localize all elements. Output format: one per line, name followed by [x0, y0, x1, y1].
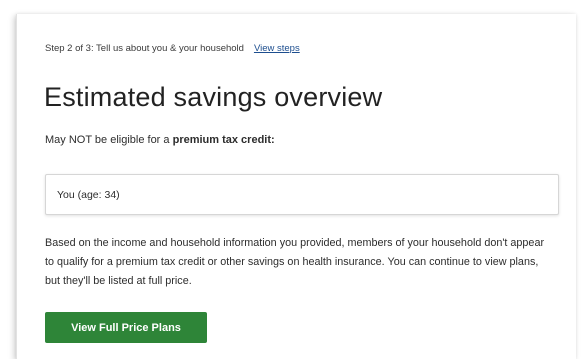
step-text: Step 2 of 3: Tell us about you & your ho…: [45, 43, 244, 54]
view-full-price-plans-button[interactable]: View Full Price Plans: [45, 312, 207, 343]
eligibility-statement: May NOT be eligible for a premium tax cr…: [45, 134, 275, 146]
page-frame: Step 2 of 3: Tell us about you & your ho…: [16, 14, 576, 359]
eligibility-prefix: May NOT be eligible for a: [45, 134, 170, 146]
step-indicator: Step 2 of 3: Tell us about you & your ho…: [45, 43, 300, 54]
eligibility-emphasis: premium tax credit:: [172, 134, 275, 146]
eligibility-explanation: Based on the income and household inform…: [45, 237, 545, 287]
household-member-card: You (age: 34): [45, 174, 559, 215]
page-title: Estimated savings overview: [44, 82, 383, 112]
view-steps-link[interactable]: View steps: [254, 43, 300, 54]
household-member-label: You (age: 34): [57, 189, 120, 201]
